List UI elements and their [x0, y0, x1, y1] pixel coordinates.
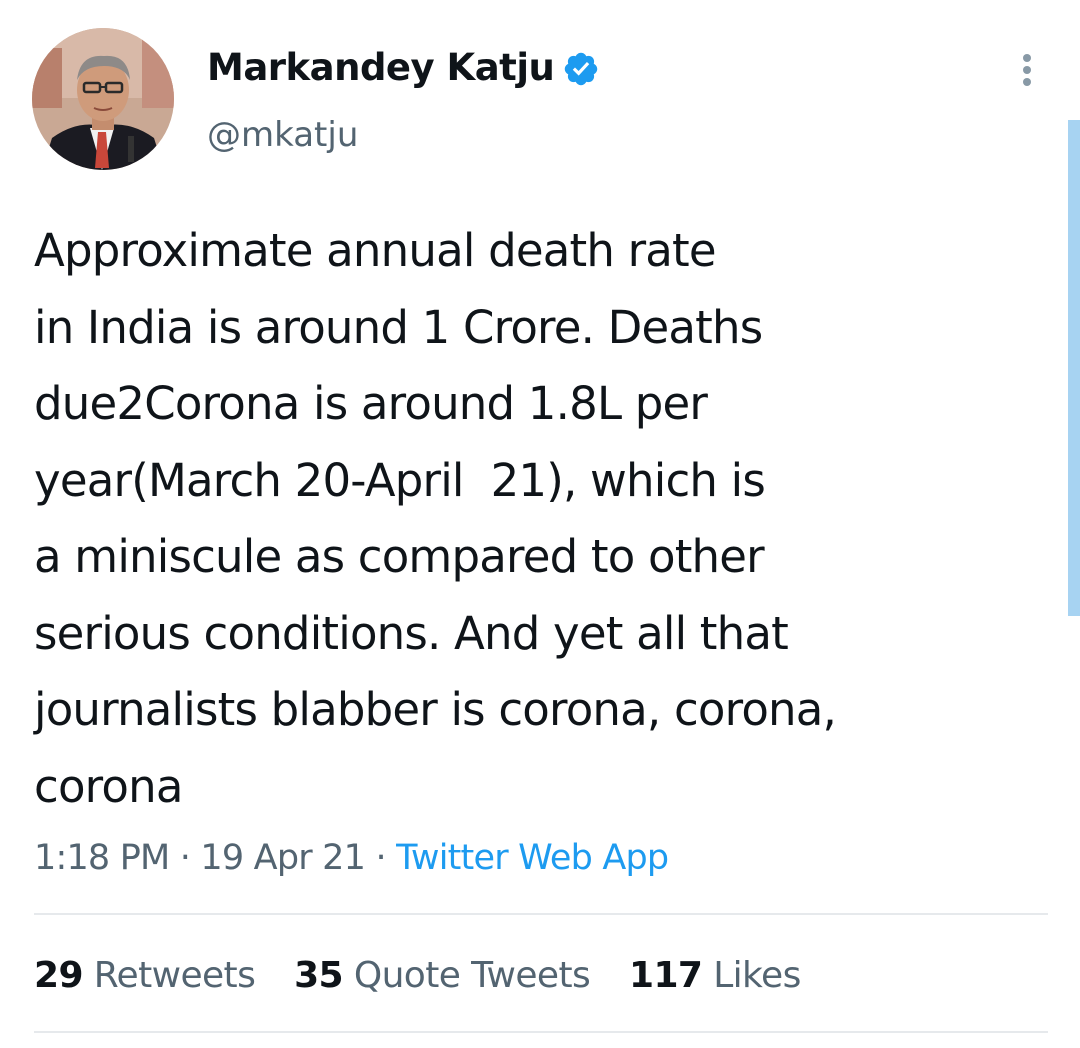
tweet-stats: 29 Retweets 35 Quote Tweets 117 Likes [34, 950, 829, 1002]
tweet-text-line: due2Corona is around 1.8L per [34, 377, 708, 430]
tweet-text-line: corona [34, 759, 183, 813]
tweet-date[interactable]: 19 Apr 21 [200, 838, 365, 878]
avatar-image [32, 28, 174, 170]
tweet-text-line: year(March 20-April 21), which is [34, 453, 766, 507]
avatar[interactable] [32, 28, 174, 170]
tweet-time[interactable]: 1:18 PM [34, 838, 170, 878]
handle[interactable]: @mkatju [207, 112, 358, 158]
tweet-text-line: Approximate annual death rate [34, 224, 717, 277]
divider-bottom [34, 1031, 1048, 1033]
tweet-text: Approximate annual death rate in India i… [34, 213, 1044, 825]
tweet-text-line: serious conditions. And yet all that [34, 606, 789, 660]
retweets-stat[interactable]: 29 Retweets [34, 950, 256, 1002]
quote-tweets-stat[interactable]: 35 Quote Tweets [294, 950, 591, 1002]
retweets-count: 29 [34, 955, 84, 996]
more-vertical-icon[interactable] [1010, 50, 1044, 90]
quote-tweets-count: 35 [294, 955, 344, 996]
tweet: Markandey Katju @mkatju Approximate annu… [0, 0, 1080, 1048]
tweet-text-line: a miniscule as compared to other [34, 530, 765, 583]
tweet-meta: 1:18 PM · 19 Apr 21 · Twitter Web App [34, 833, 669, 883]
meta-separator: · [375, 838, 386, 878]
tweet-source-link[interactable]: Twitter Web App [396, 838, 669, 878]
scrollbar[interactable] [1068, 120, 1080, 616]
likes-label: Likes [713, 955, 801, 996]
likes-stat[interactable]: 117 Likes [629, 950, 801, 1002]
tweet-text-line: journalists blabber is corona, corona, [34, 683, 837, 736]
display-name[interactable]: Markandey Katju [207, 42, 555, 94]
retweets-label: Retweets [93, 955, 256, 996]
quote-tweets-label: Quote Tweets [353, 955, 591, 996]
meta-separator: · [179, 838, 191, 878]
tweet-text-line: in India is around 1 Crore. Deaths [34, 300, 763, 354]
divider-top [34, 913, 1048, 915]
likes-count: 117 [629, 955, 703, 996]
verified-badge-icon [564, 52, 598, 86]
